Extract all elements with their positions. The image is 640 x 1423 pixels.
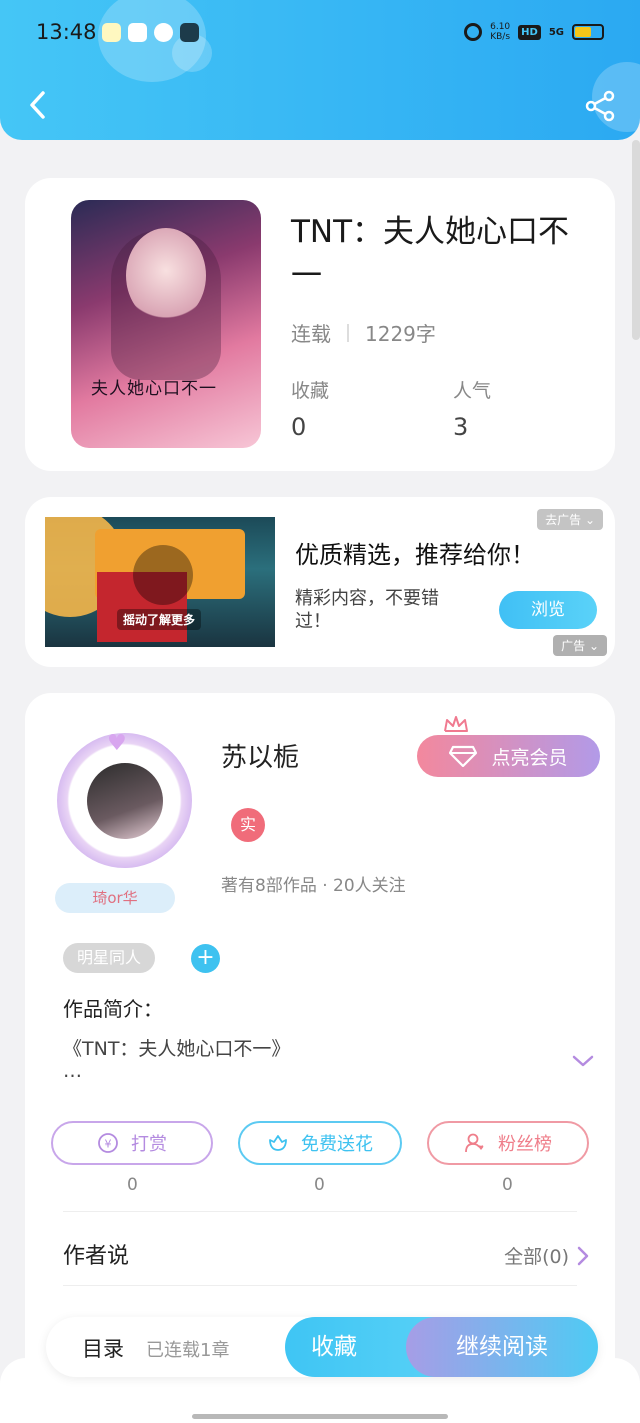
hd-icon: HD <box>518 24 541 40</box>
divider <box>63 1211 577 1212</box>
vip-button[interactable]: 点亮会员 <box>417 735 600 777</box>
serial-status: 已连载1章 <box>146 1340 230 1361</box>
author-says-label: 作者说 <box>63 1244 130 1269</box>
chevron-left-icon[interactable] <box>24 90 54 120</box>
send-flower-button[interactable]: 免费送花 <box>238 1121 402 1165</box>
fans-icon <box>465 1133 484 1153</box>
share-icon[interactable] <box>584 90 616 122</box>
ad-card[interactable]: 摇动了解更多 去广告 ⌄ 优质精选，推荐给你！ 精彩内容，不要错过！ 浏览 广告… <box>25 497 615 667</box>
cover-face <box>126 228 206 323</box>
flower-count: 0 <box>314 1175 325 1195</box>
notification-icons <box>102 23 199 42</box>
book-cover[interactable]: 夫人她心口不一 <box>71 200 261 448</box>
expand-chevron-icon[interactable] <box>571 1053 595 1069</box>
ad-subtitle: 精彩内容，不要错过！ <box>295 588 439 632</box>
author-avatar[interactable]: ♥ <box>49 723 209 873</box>
avatar-photo <box>87 763 163 839</box>
yen-coin-icon: ¥ <box>98 1133 118 1153</box>
scrollbar[interactable] <box>632 140 640 340</box>
author-name[interactable]: 苏以栀 <box>221 737 299 774</box>
app-notification-icon <box>180 23 199 42</box>
book-meta: 连载 1229字 <box>291 318 436 347</box>
popularity-count: 3 <box>453 413 469 441</box>
app-notification-icon <box>102 23 121 42</box>
net-speed: 6.10 KB/s <box>490 22 511 42</box>
signal-icon: 5G <box>548 26 564 38</box>
genre-tag[interactable]: 明星同人 <box>63 943 156 973</box>
heart-icon: ♥ <box>107 731 127 756</box>
alarm-icon <box>464 23 483 41</box>
home-indicator[interactable] <box>192 1414 448 1419</box>
popularity-label: 人气 <box>453 380 492 402</box>
verified-badge: 实 <box>231 808 265 842</box>
remove-ad-button[interactable]: 去广告 ⌄ <box>537 509 603 530</box>
tip-button[interactable]: ¥ 打赏 <box>51 1121 213 1165</box>
word-count: 1229字 <box>365 322 436 346</box>
favorites-count: 0 <box>291 413 307 441</box>
shake-hand-icon <box>133 545 193 605</box>
ad-image-caption: 摇动了解更多 <box>117 609 202 630</box>
status-time: 13:48 <box>36 20 97 44</box>
link-notification-icon <box>154 23 173 42</box>
chat-notification-icon <box>128 23 147 42</box>
favorites-label: 收藏 <box>291 380 330 402</box>
fans-count: 0 <box>502 1175 513 1195</box>
ad-image[interactable]: 摇动了解更多 <box>45 517 275 647</box>
app-header: 13:48 6.10 KB/s HD 5G <box>0 0 640 140</box>
bottom-action-bar: 目录 已连载1章 收藏 继续阅读 <box>46 1317 598 1377</box>
ad-browse-button[interactable]: 浏览 <box>499 591 597 629</box>
crown-icon <box>444 716 468 732</box>
divider <box>63 1285 577 1286</box>
ad-title: 优质精选，推荐给你！ <box>295 541 535 569</box>
author-nickname-badge: 琦or华 <box>55 883 175 913</box>
add-tag-button[interactable]: + <box>191 944 220 973</box>
book-info-card: 夫人她心口不一 TNT：夫人她心口不一 连载 1229字 收藏 0 人气 3 <box>25 178 615 471</box>
meta-divider <box>347 323 349 342</box>
book-title: TNT：夫人她心口不一 <box>291 214 570 294</box>
svg-text:¥: ¥ <box>105 1138 112 1151</box>
battery-icon <box>572 24 604 40</box>
cover-title: 夫人她心口不一 <box>91 379 217 399</box>
toc-button[interactable]: 目录 <box>82 1333 124 1363</box>
flower-icon <box>269 1135 287 1151</box>
book-status: 连载 <box>291 322 331 346</box>
author-says-all-link[interactable]: 全部(0) <box>504 1242 589 1269</box>
chevron-right-icon <box>577 1246 589 1265</box>
status-bar: 13:48 6.10 KB/s HD 5G <box>0 0 640 68</box>
vip-button-label: 点亮会员 <box>491 746 568 769</box>
system-status: 6.10 KB/s HD 5G <box>464 22 604 42</box>
intro-text: 《TNT：夫人她心口不一》 … <box>63 1038 291 1082</box>
fans-ranking-button[interactable]: 粉丝榜 <box>427 1121 589 1165</box>
author-stats: 著有8部作品 · 20人关注 <box>221 876 406 896</box>
author-card: ♥ 琦or华 苏以栀 点亮会员 实 著有8部作品 · 20人关注 明星同人 + … <box>25 693 615 1423</box>
intro-heading: 作品简介： <box>63 997 163 1021</box>
ad-label[interactable]: 广告 ⌄ <box>553 635 607 656</box>
tip-count: 0 <box>127 1175 138 1195</box>
diamond-icon <box>449 745 478 767</box>
continue-reading-button[interactable]: 继续阅读 <box>406 1317 598 1377</box>
